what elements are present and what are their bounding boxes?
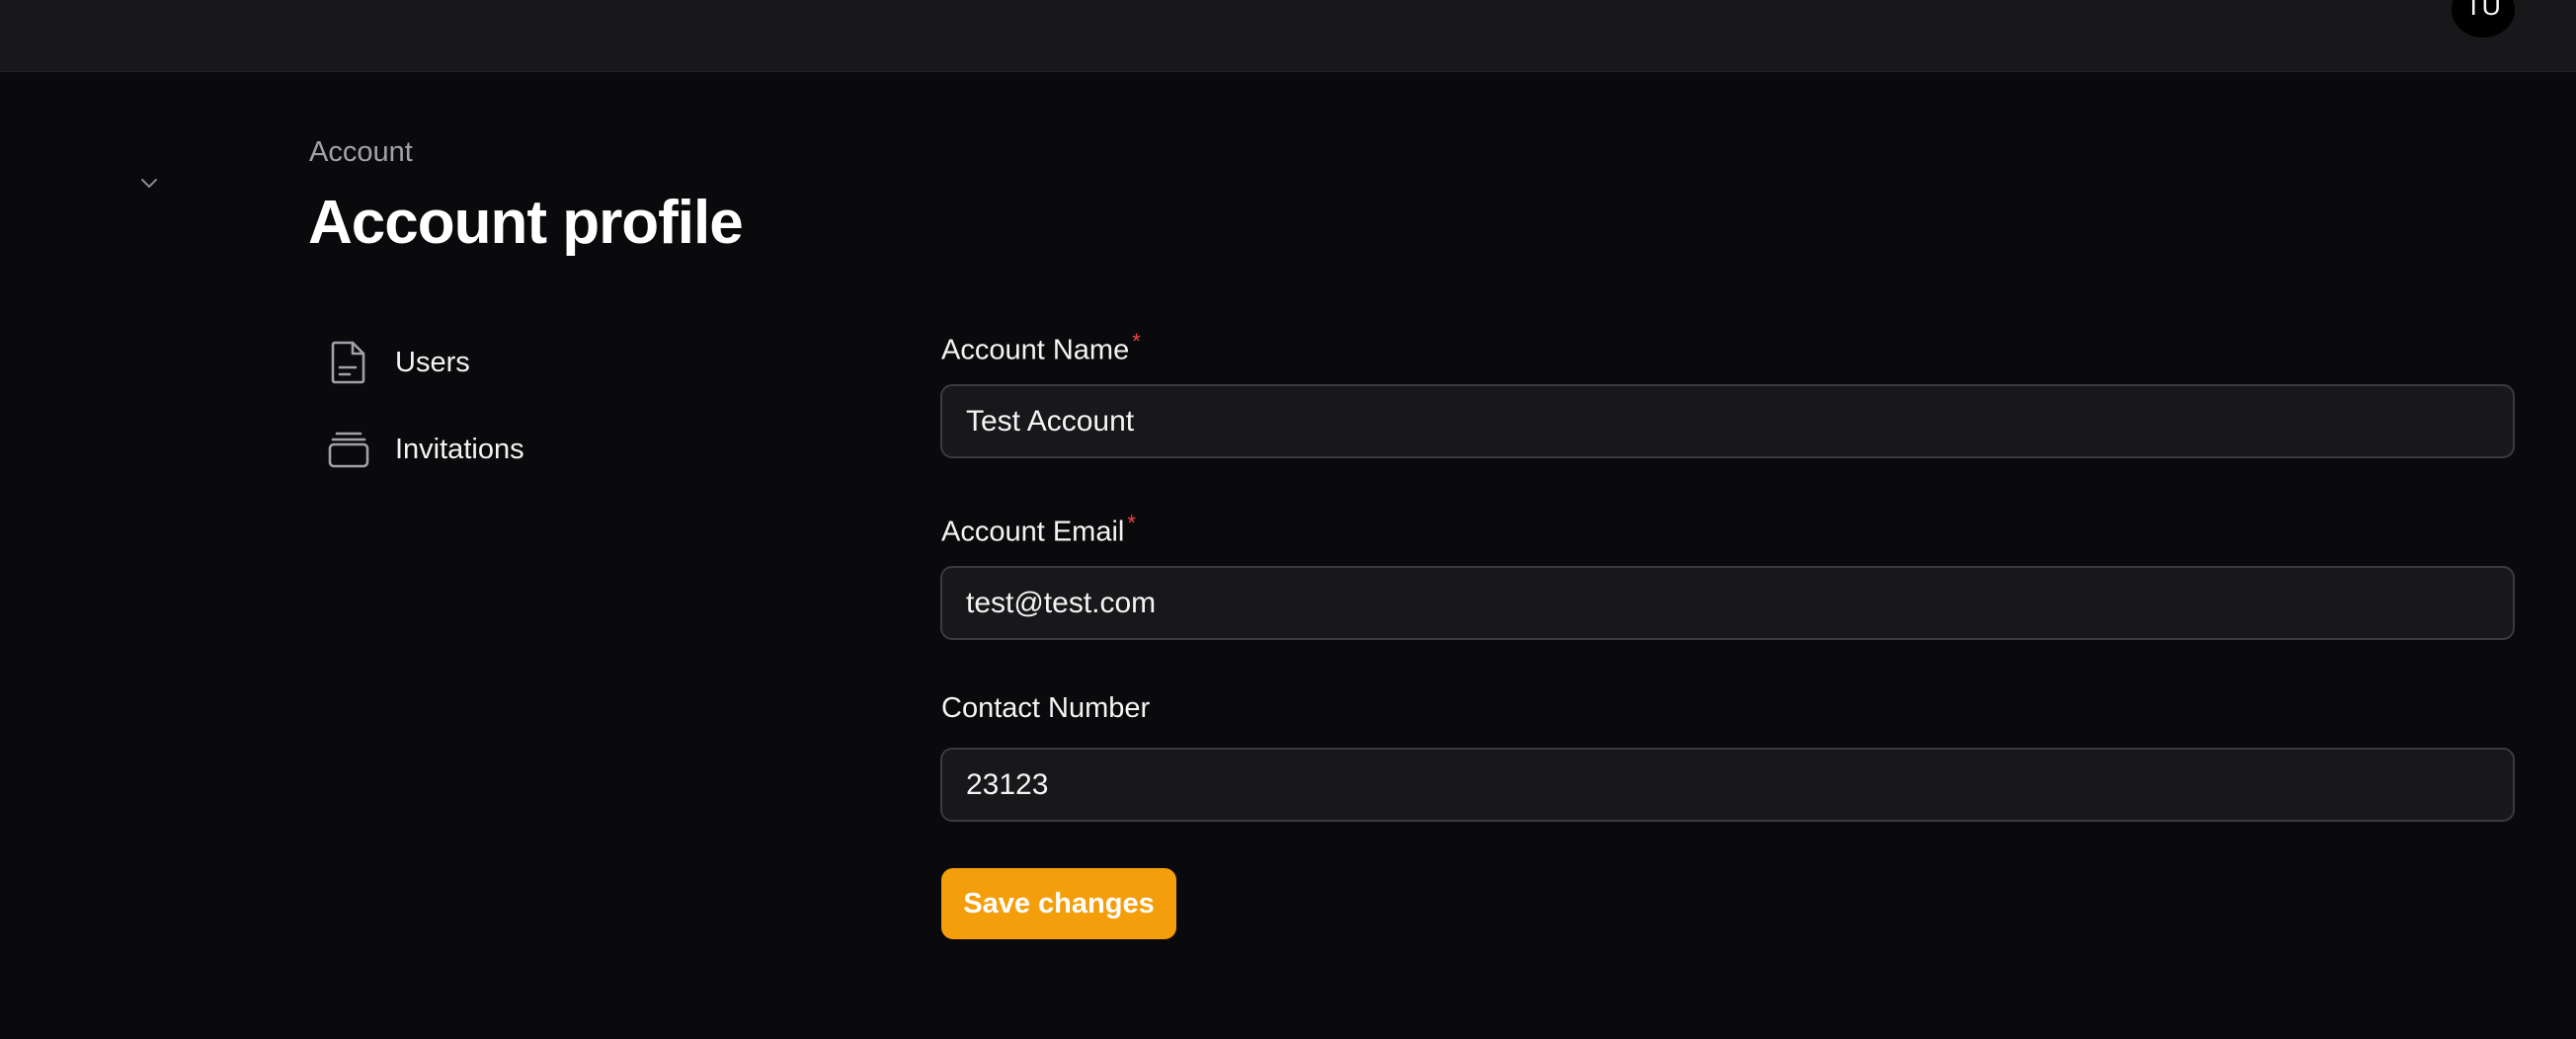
- chevron-down-icon: [141, 179, 157, 188]
- required-asterisk: *: [1132, 329, 1141, 354]
- user-avatar[interactable]: TU: [2452, 0, 2515, 38]
- account-email-label: Account Email *: [941, 511, 1136, 548]
- document-icon: [326, 340, 371, 385]
- sidebar-collapse-toggle[interactable]: [132, 166, 166, 200]
- subnav-item-invitations[interactable]: Invitations: [326, 422, 524, 477]
- subnav-item-label: Users: [395, 346, 470, 378]
- breadcrumb[interactable]: Account: [309, 136, 413, 169]
- account-email-input[interactable]: [940, 566, 2515, 640]
- account-name-input[interactable]: [940, 384, 2515, 458]
- subnav-item-users[interactable]: Users: [326, 335, 470, 390]
- subnav-item-label: Invitations: [395, 433, 524, 465]
- page-title: Account profile: [308, 189, 744, 257]
- contact-number-label: Contact Number: [941, 692, 1151, 724]
- avatar-initials: TU: [2465, 0, 2501, 21]
- top-bar: TU: [0, 0, 2576, 72]
- account-name-label: Account Name *: [941, 329, 1141, 366]
- required-asterisk: *: [1127, 511, 1136, 535]
- contact-number-input[interactable]: [940, 748, 2515, 822]
- save-changes-button[interactable]: Save changes: [941, 868, 1176, 939]
- stack-icon: [326, 427, 371, 472]
